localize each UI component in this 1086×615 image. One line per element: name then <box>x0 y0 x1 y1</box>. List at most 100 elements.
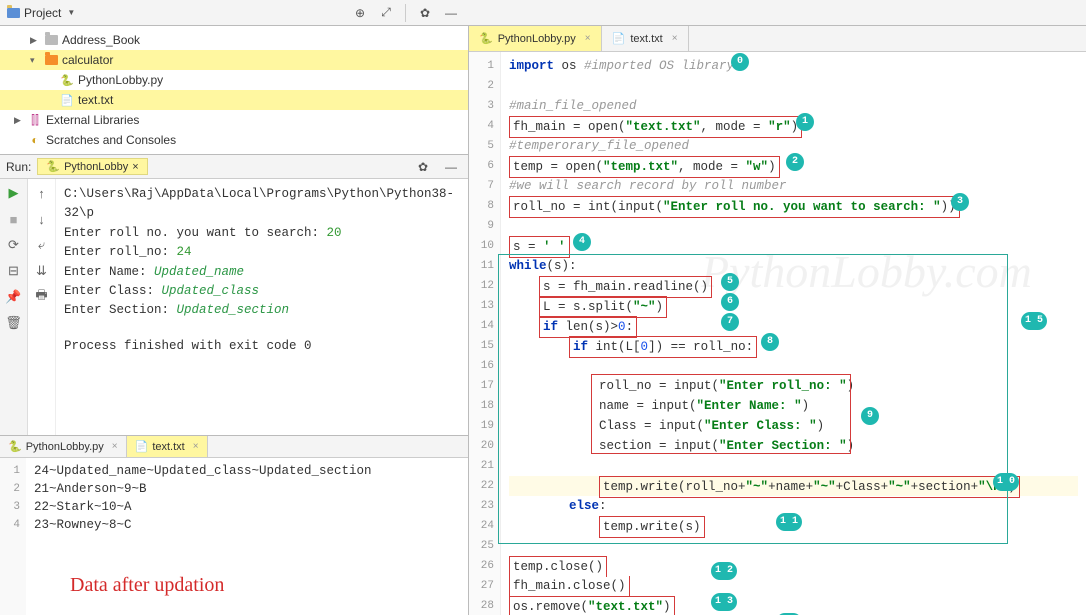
tree-label: text.txt <box>78 93 113 107</box>
close-icon[interactable]: × <box>112 441 118 452</box>
tree-item-scratches[interactable]: ◐ Scratches and Consoles <box>0 130 468 150</box>
output-line: Enter Name: Updated_name <box>64 263 460 282</box>
run-label: Run: <box>6 160 31 174</box>
run-icon[interactable]: ▶ <box>4 183 24 203</box>
editor-tab-pythonlobby[interactable]: 🐍 PythonLobby.py × <box>469 26 602 51</box>
dropdown-caret-icon[interactable]: ▼ <box>67 8 75 17</box>
tree-item-external-libraries[interactable]: ▶ ⫿⫿ External Libraries <box>0 110 468 130</box>
annotation-bubble: 1 0 <box>993 473 1019 491</box>
print-icon[interactable]: 🖶 <box>32 287 52 307</box>
tab-label: PythonLobby.py <box>498 33 576 45</box>
separator <box>405 4 406 22</box>
annotation-bubble: 1 <box>796 113 814 131</box>
output-line: Enter Class: Updated_class <box>64 282 460 301</box>
annotation-bubble: 8 <box>761 333 779 351</box>
code-line <box>509 216 1078 236</box>
locate-icon[interactable]: ⊕ <box>349 2 371 24</box>
run-output[interactable]: C:\Users\Raj\AppData\Local\Programs\Pyth… <box>56 179 468 435</box>
output-line: Enter Section: Updated_section <box>64 301 460 320</box>
output-line: C:\Users\Raj\AppData\Local\Programs\Pyth… <box>64 185 460 224</box>
annotation-bubble: 6 <box>721 293 739 311</box>
code-line: s = fh_main.readline() <box>509 276 1078 296</box>
run-header: Run: 🐍 PythonLobby × ✿ — <box>0 155 468 179</box>
annotation-bubble: 7 <box>721 313 739 331</box>
settings-icon[interactable]: ✿ <box>412 156 434 178</box>
up-icon[interactable]: ↑ <box>32 183 52 203</box>
tab-label: text.txt <box>630 33 662 45</box>
stop-icon[interactable]: ■ <box>4 209 24 229</box>
scroll-icon[interactable]: ⇊ <box>32 261 52 281</box>
tree-label: PythonLobby.py <box>78 73 163 87</box>
topbar: Project ▼ ⊕ ⤢ ✿ — <box>0 0 1086 26</box>
close-icon[interactable]: × <box>672 33 678 44</box>
code-line: s = ' ' <box>509 236 1078 256</box>
trash-icon[interactable]: 🗑 <box>4 313 24 333</box>
python-file-icon: 🐍 <box>46 160 60 173</box>
tree-item-calculator[interactable]: ▾ calculator <box>0 50 468 70</box>
tree-item-address-book[interactable]: ▶ Address_Book <box>0 30 468 50</box>
file-line: 23~Rowney~8~C <box>34 516 460 534</box>
tree-item-pythonlobby[interactable]: 🐍 PythonLobby.py <box>0 70 468 90</box>
editor-tab-texttxt[interactable]: 📄 text.txt × <box>602 26 689 51</box>
tree-label: calculator <box>62 53 113 67</box>
tree-label: External Libraries <box>46 113 139 127</box>
code-line: temp.close() <box>509 556 1078 576</box>
expand-icon[interactable]: ⤢ <box>375 2 397 24</box>
pin-icon[interactable]: 📌 <box>4 287 24 307</box>
wrap-icon[interactable]: ⤶ <box>32 235 52 255</box>
text-file-icon: 📄 <box>135 440 149 453</box>
expand-caret-icon[interactable]: ▾ <box>30 55 40 66</box>
fv-tabs: 🐍 PythonLobby.py × 📄 text.txt × <box>0 436 468 458</box>
annotation-bubble: 1 3 <box>711 593 737 611</box>
annotation-bubble: 1 2 <box>711 562 737 580</box>
code-line <box>509 356 1078 376</box>
file-viewer: 🐍 PythonLobby.py × 📄 text.txt × 1234 24~… <box>0 435 468 615</box>
annotation-bubble: 0 <box>731 53 749 71</box>
file-line: 24~Updated_name~Updated_class~Updated_se… <box>34 462 460 480</box>
run-toolbar-secondary: ↑ ↓ ⤶ ⇊ 🖶 <box>28 179 56 435</box>
left-panel: ▶ Address_Book ▾ calculator 🐍 PythonLobb… <box>0 26 468 615</box>
tree-item-texttxt[interactable]: 📄 text.txt <box>0 90 468 110</box>
file-line: 22~Stark~10~A <box>34 498 460 516</box>
hide-icon[interactable]: — <box>440 2 462 24</box>
code-line <box>509 76 1078 96</box>
close-icon[interactable]: × <box>193 441 199 452</box>
expand-caret-icon[interactable]: ▶ <box>14 115 24 126</box>
code-line: import os #imported OS library <box>509 56 1078 76</box>
project-icon <box>6 6 20 20</box>
folder-icon <box>44 53 58 67</box>
project-label[interactable]: Project <box>24 6 61 20</box>
code-line: if int(L[0]) == roll_no: <box>509 336 1078 356</box>
expand-caret-icon[interactable]: ▶ <box>30 35 40 46</box>
tab-label: PythonLobby.py <box>26 441 104 453</box>
editor-code[interactable]: PythonLobby.com import os #imported OS l… <box>501 52 1086 615</box>
output-line: Enter roll no. you want to search: 20 <box>64 224 460 243</box>
layout-icon[interactable]: ⊟ <box>4 261 24 281</box>
code-line: if len(s)>0: <box>509 316 1078 336</box>
rerun-icon[interactable]: ⟳ <box>4 235 24 255</box>
text-file-icon: 📄 <box>612 32 626 45</box>
code-line: while(s): <box>509 256 1078 276</box>
down-icon[interactable]: ↓ <box>32 209 52 229</box>
project-tree[interactable]: ▶ Address_Book ▾ calculator 🐍 PythonLobb… <box>0 26 468 154</box>
fv-tab-pythonlobby[interactable]: 🐍 PythonLobby.py × <box>0 436 127 457</box>
close-icon[interactable]: × <box>585 33 591 44</box>
run-tab[interactable]: 🐍 PythonLobby × <box>37 158 147 175</box>
run-panel: Run: 🐍 PythonLobby × ✿ — ▶ ■ ⟳ ⊟ 📌 🗑 ↑ ↓ <box>0 154 468 435</box>
text-file-icon: 📄 <box>60 93 74 107</box>
editor-tabs: 🐍 PythonLobby.py × 📄 text.txt × <box>469 26 1086 52</box>
close-icon[interactable]: × <box>132 161 138 173</box>
output-line: Process finished with exit code 0 <box>64 337 460 356</box>
settings-icon[interactable]: ✿ <box>414 2 436 24</box>
fv-tab-texttxt[interactable]: 📄 text.txt × <box>127 436 208 457</box>
python-file-icon: 🐍 <box>8 440 22 453</box>
run-tab-label: PythonLobby <box>64 161 128 173</box>
code-line: name = input("Enter Name: ") <box>509 396 1078 416</box>
code-line: roll_no = input("Enter roll_no: ") <box>509 376 1078 396</box>
annotation-bubble: 1 5 <box>1021 312 1047 330</box>
code-line: section = input("Enter Section: ") <box>509 436 1078 456</box>
code-line: fh_main = open("text.txt", mode = "r") <box>509 116 1078 136</box>
run-toolbar-primary: ▶ ■ ⟳ ⊟ 📌 🗑 <box>0 179 28 435</box>
hide-icon[interactable]: — <box>440 156 462 178</box>
annotation-label: Data after updation <box>70 574 224 597</box>
